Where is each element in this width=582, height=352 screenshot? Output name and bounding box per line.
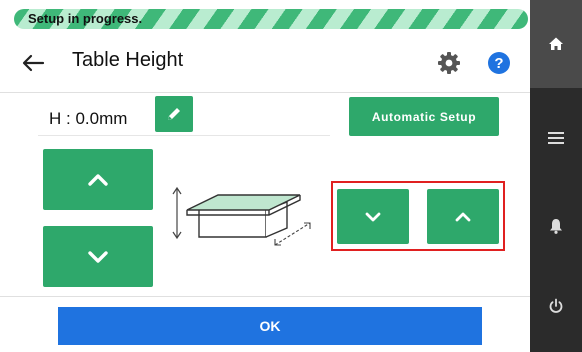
back-arrow-icon[interactable] (18, 48, 48, 78)
svg-text:?: ? (494, 55, 503, 72)
highlight-frame (331, 181, 505, 251)
page-title: Table Height (72, 49, 184, 71)
sidebar-item-power[interactable] (530, 276, 582, 336)
automatic-setup-button[interactable]: Automatic Setup (349, 97, 499, 136)
chevron-up-icon (88, 173, 108, 186)
progress-label: Setup in progress. (28, 11, 143, 26)
main-panel: Setup in progress. Table Height ? H : 0.… (0, 0, 530, 352)
edit-height-button[interactable] (155, 96, 193, 132)
pencil-icon (168, 108, 180, 120)
header-divider (0, 92, 530, 93)
sidebar-item-notifications[interactable] (530, 196, 582, 256)
table-illustration (172, 186, 311, 246)
header-bar: Table Height ? (0, 38, 530, 88)
sidebar-item-menu[interactable] (530, 108, 582, 168)
power-icon (549, 298, 563, 313)
chevron-down-icon (88, 250, 108, 263)
home-icon (549, 37, 563, 50)
table-down-button[interactable] (43, 226, 153, 287)
automatic-setup-label: Automatic Setup (371, 109, 477, 124)
sidebar (530, 0, 582, 352)
help-icon[interactable]: ? (487, 51, 511, 75)
table-up-button[interactable] (43, 149, 153, 210)
height-value: H : 0.0mm (49, 109, 128, 128)
footer-divider (0, 296, 530, 297)
ok-button[interactable]: OK (58, 307, 482, 345)
height-underline (38, 135, 330, 136)
progress-bar: Setup in progress. (14, 9, 528, 29)
menu-icon (548, 132, 564, 144)
sidebar-item-home[interactable] (530, 0, 582, 88)
bell-icon (550, 219, 562, 234)
gear-icon[interactable] (437, 51, 461, 75)
